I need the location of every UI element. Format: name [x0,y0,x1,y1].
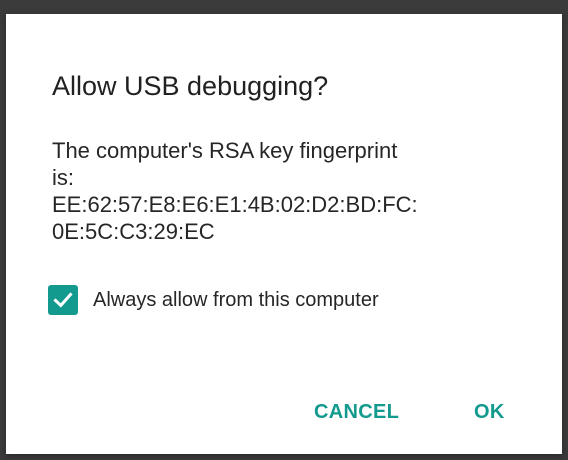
fingerprint-line: EE:62:57:E8:E6:E1:4B:02:D2:BD:FC: [52,192,418,217]
screen: Allow USB debugging? The computer's RSA … [0,0,568,460]
always-allow-label: Always allow from this computer [93,288,379,311]
cancel-button[interactable]: CANCEL [306,394,407,430]
always-allow-checkbox[interactable] [48,285,78,315]
always-allow-option[interactable]: Always allow from this computer [48,284,379,316]
ok-button[interactable]: OK [466,394,513,430]
message-line: is: [52,165,74,190]
message-line: The computer's RSA key fingerprint [52,138,398,163]
dialog-title: Allow USB debugging? [52,71,329,101]
fingerprint-line: 0E:5C:C3:29:EC [52,219,215,244]
checkmark-icon [53,292,73,308]
dialog-message: The computer's RSA key fingerprint is: E… [52,137,522,245]
usb-debugging-dialog: Allow USB debugging? The computer's RSA … [6,14,562,454]
